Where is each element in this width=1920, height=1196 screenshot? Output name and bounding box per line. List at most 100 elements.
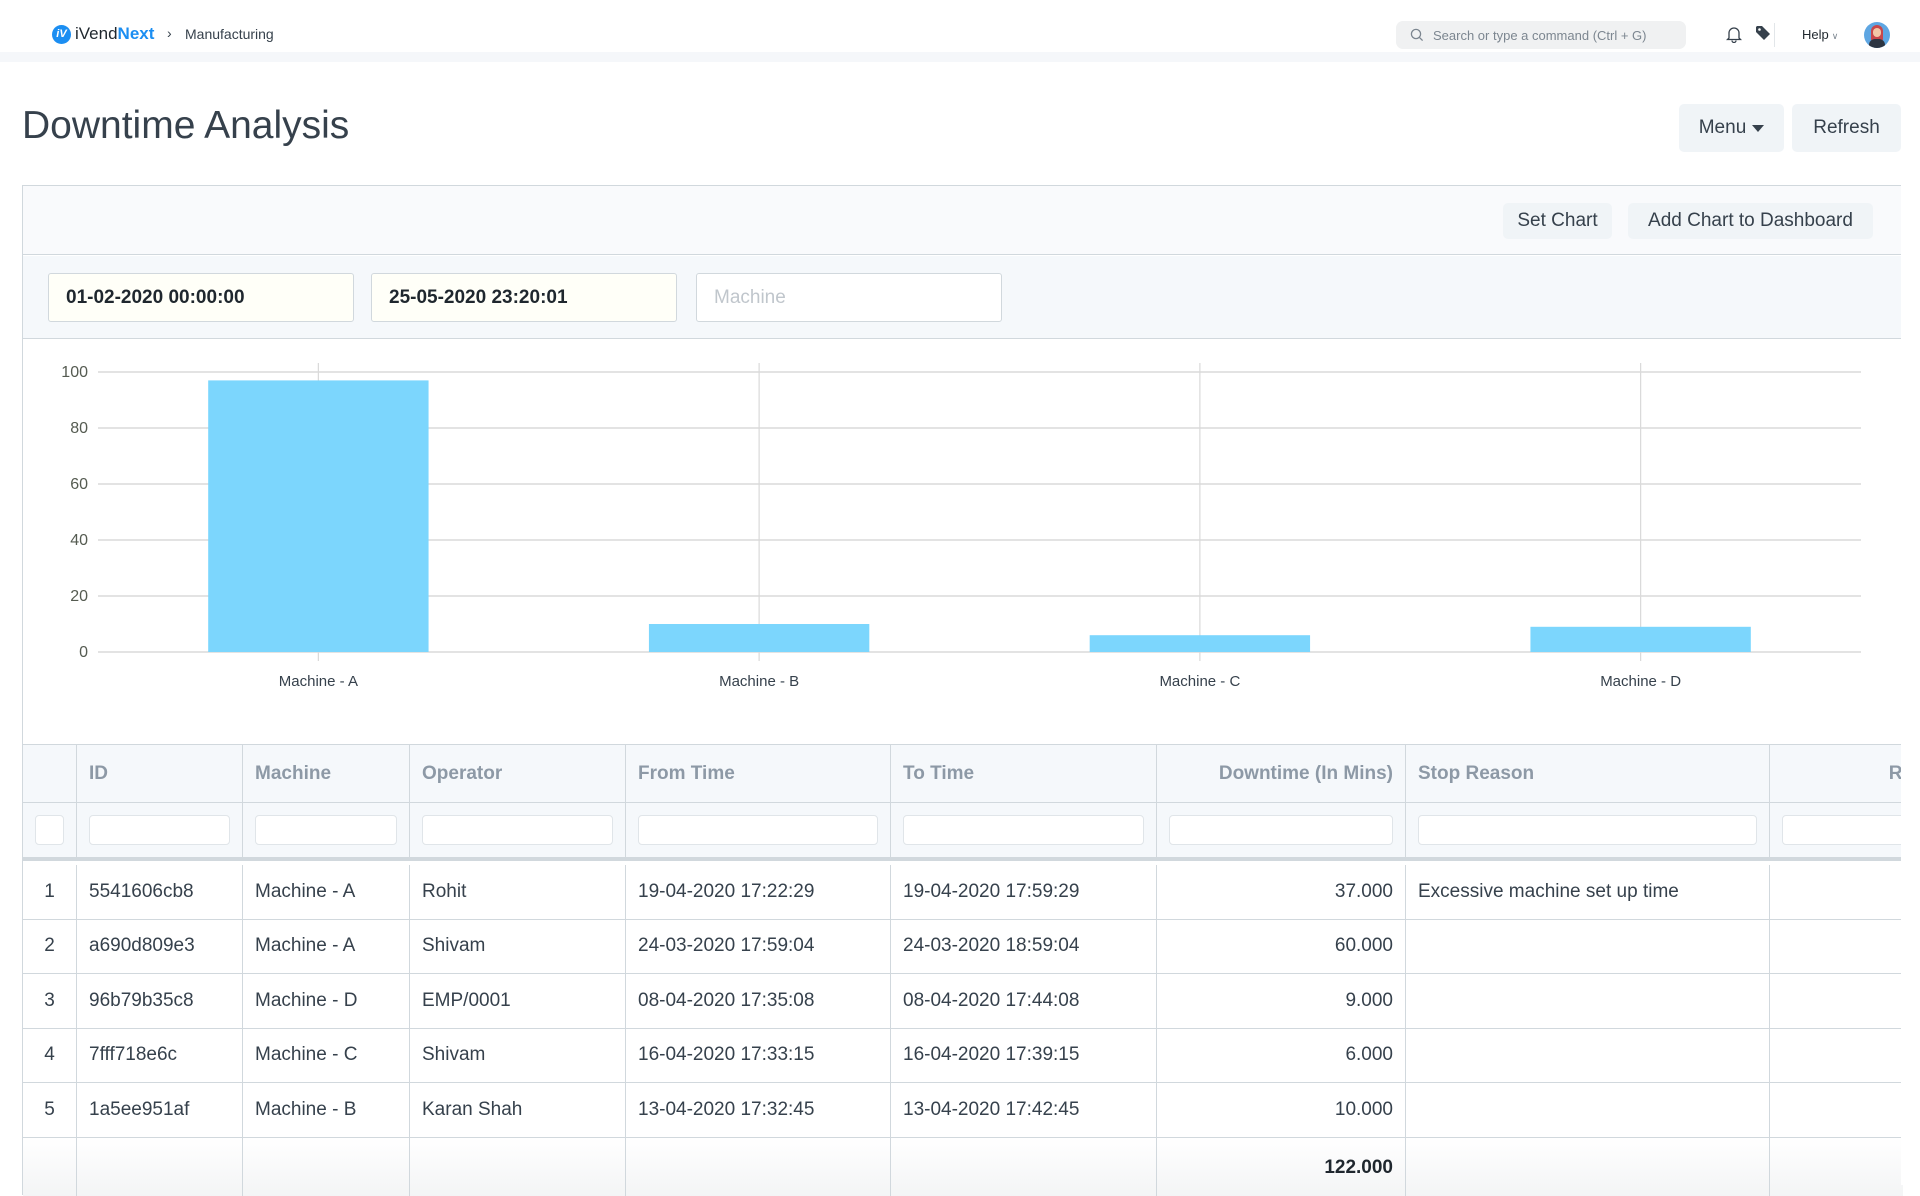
column-header-remarks[interactable]: Remarks <box>1770 745 1903 802</box>
filter-input-from-time[interactable] <box>638 815 878 845</box>
cell-operator[interactable]: EMP/0001 <box>410 974 626 1028</box>
cell-machine[interactable]: Machine - D <box>243 974 410 1028</box>
column-header-to-time[interactable]: To Time <box>891 745 1157 802</box>
report-toolbar: Set Chart Add Chart to Dashboard <box>23 186 1901 255</box>
column-header-machine[interactable]: Machine <box>243 745 410 802</box>
cell-stop-reason[interactable] <box>1406 920 1770 974</box>
y-tick-label: 20 <box>70 588 88 605</box>
row-index: 3 <box>23 974 77 1028</box>
column-header-operator[interactable]: Operator <box>410 745 626 802</box>
cell-downtime[interactable]: 60.000 <box>1157 920 1406 974</box>
cell-downtime[interactable]: 10.000 <box>1157 1083 1406 1137</box>
cell-id[interactable]: 1a5ee951af <box>77 1083 243 1137</box>
cell-id[interactable]: 96b79b35c8 <box>77 974 243 1028</box>
x-tick-label: Machine - B <box>719 673 799 690</box>
row-index: 4 <box>23 1029 77 1083</box>
y-tick-label: 80 <box>70 420 88 437</box>
cell-id[interactable]: 5541606cb8 <box>77 865 243 919</box>
cell-remarks[interactable] <box>1770 1083 1903 1137</box>
table-row[interactable]: 51a5ee951afMachine - BKaran Shah13-04-20… <box>23 1083 1903 1138</box>
cell-to-time[interactable]: 16-04-2020 17:39:15 <box>891 1029 1157 1083</box>
cell-remarks[interactable] <box>1770 920 1903 974</box>
cell-machine[interactable]: Machine - B <box>243 1083 410 1137</box>
cell-remarks[interactable] <box>1770 865 1903 919</box>
cell-remarks[interactable] <box>1770 1029 1903 1083</box>
total-row-cell <box>410 1138 626 1196</box>
breadcrumb-manufacturing[interactable]: Manufacturing <box>185 26 274 42</box>
total-row-cell <box>1770 1138 1903 1196</box>
user-avatar[interactable] <box>1864 22 1890 48</box>
brand-name: iVend <box>75 24 118 44</box>
chevron-down-icon: ∨ <box>1832 31 1839 41</box>
cell-machine[interactable]: Machine - A <box>243 865 410 919</box>
column-header-id[interactable]: ID <box>77 745 243 802</box>
cell-remarks[interactable] <box>1770 974 1903 1028</box>
cell-operator[interactable]: Shivam <box>410 920 626 974</box>
column-filter-row <box>23 803 1903 861</box>
cell-stop-reason[interactable] <box>1406 1029 1770 1083</box>
page-title: Downtime Analysis <box>22 104 349 148</box>
filter-input-downtime[interactable] <box>1169 815 1393 845</box>
add-chart-to-dashboard-button[interactable]: Add Chart to Dashboard <box>1628 203 1873 239</box>
cell-from-time[interactable]: 13-04-2020 17:32:45 <box>626 1083 891 1137</box>
cell-machine[interactable]: Machine - C <box>243 1029 410 1083</box>
filter-input-remarks[interactable] <box>1782 815 1903 845</box>
to-date-filter[interactable]: 25-05-2020 23:20:01 <box>371 273 677 322</box>
search-input[interactable]: Search or type a command (Ctrl + G) <box>1396 21 1686 49</box>
total-row-cell <box>77 1138 243 1196</box>
filter-input-machine[interactable] <box>255 815 397 845</box>
x-tick-label: Machine - C <box>1159 673 1240 690</box>
set-chart-button[interactable]: Set Chart <box>1503 203 1612 239</box>
brand-logo-link[interactable]: iV iVendNext <box>52 24 154 44</box>
cell-id[interactable]: a690d809e3 <box>77 920 243 974</box>
y-tick-label: 60 <box>70 476 88 493</box>
total-row-cell <box>626 1138 891 1196</box>
column-header-stop-reason[interactable]: Stop Reason <box>1406 745 1770 802</box>
report-table: ID Machine Operator From Time To Time Do… <box>23 744 1903 1196</box>
cell-to-time[interactable]: 19-04-2020 17:59:29 <box>891 865 1157 919</box>
cell-to-time[interactable]: 08-04-2020 17:44:08 <box>891 974 1157 1028</box>
tag-icon[interactable] <box>1755 25 1771 41</box>
cell-id[interactable]: 7fff718e6c <box>77 1029 243 1083</box>
cell-to-time[interactable]: 13-04-2020 17:42:45 <box>891 1083 1157 1137</box>
cell-operator[interactable]: Shivam <box>410 1029 626 1083</box>
caret-down-icon <box>1752 125 1764 132</box>
column-header-from-time[interactable]: From Time <box>626 745 891 802</box>
cell-downtime[interactable]: 6.000 <box>1157 1029 1406 1083</box>
from-date-filter[interactable]: 01-02-2020 00:00:00 <box>48 273 354 322</box>
cell-downtime[interactable]: 9.000 <box>1157 974 1406 1028</box>
page-right-gutter <box>1901 185 1920 1185</box>
cell-operator[interactable]: Karan Shah <box>410 1083 626 1137</box>
row-index: 2 <box>23 920 77 974</box>
filter-input-stop-reason[interactable] <box>1418 815 1757 845</box>
table-row[interactable]: 47fff718e6cMachine - CShivam16-04-2020 1… <box>23 1029 1903 1084</box>
refresh-button[interactable]: Refresh <box>1792 104 1901 152</box>
help-dropdown[interactable]: Help∨ <box>1802 27 1838 42</box>
filter-input-to-time[interactable] <box>903 815 1144 845</box>
cell-stop-reason[interactable] <box>1406 1083 1770 1137</box>
bell-icon[interactable] <box>1726 25 1742 43</box>
machine-filter[interactable]: Machine <box>696 273 1002 322</box>
table-row[interactable]: 15541606cb8Machine - ARohit19-04-2020 17… <box>23 865 1903 920</box>
cell-from-time[interactable]: 16-04-2020 17:33:15 <box>626 1029 891 1083</box>
row-select-checkbox[interactable] <box>35 815 64 845</box>
cell-from-time[interactable]: 08-04-2020 17:35:08 <box>626 974 891 1028</box>
filter-input-operator[interactable] <box>422 815 613 845</box>
navbar-divider <box>1774 23 1775 47</box>
menu-button[interactable]: Menu <box>1679 104 1784 152</box>
column-header-downtime[interactable]: Downtime (In Mins) <box>1157 745 1406 802</box>
menu-label: Menu <box>1699 117 1747 139</box>
y-tick-label: 100 <box>61 364 88 381</box>
filter-input-id[interactable] <box>89 815 230 845</box>
cell-machine[interactable]: Machine - A <box>243 920 410 974</box>
cell-from-time[interactable]: 24-03-2020 17:59:04 <box>626 920 891 974</box>
table-row[interactable]: 2a690d809e3Machine - AShivam24-03-2020 1… <box>23 920 1903 975</box>
cell-from-time[interactable]: 19-04-2020 17:22:29 <box>626 865 891 919</box>
cell-stop-reason[interactable] <box>1406 974 1770 1028</box>
cell-to-time[interactable]: 24-03-2020 18:59:04 <box>891 920 1157 974</box>
cell-operator[interactable]: Rohit <box>410 865 626 919</box>
cell-downtime[interactable]: 37.000 <box>1157 865 1406 919</box>
table-row[interactable]: 396b79b35c8Machine - DEMP/000108-04-2020… <box>23 974 1903 1029</box>
x-tick-label: Machine - D <box>1600 673 1681 690</box>
cell-stop-reason[interactable]: Excessive machine set up time <box>1406 865 1770 919</box>
